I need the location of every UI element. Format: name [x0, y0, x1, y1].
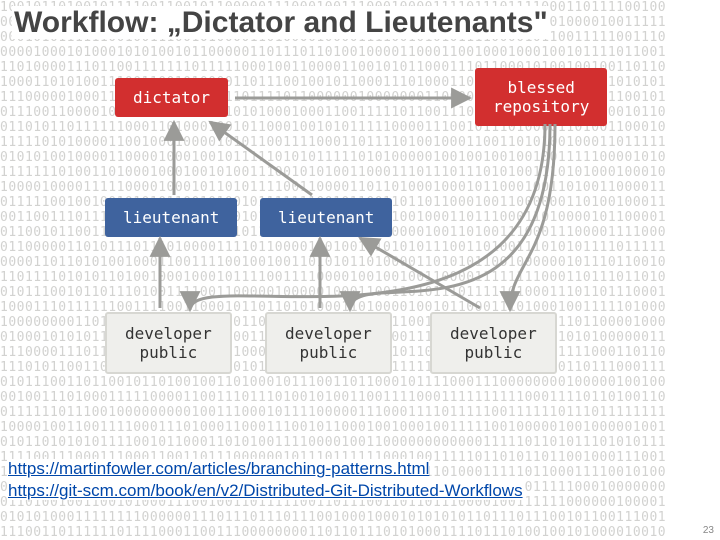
- node-lieutenant-1: lieutenant: [105, 198, 237, 237]
- node-developer-1: developer public: [105, 312, 232, 374]
- title-text: Workflow: „Dictator and Lieutenants": [12, 6, 550, 39]
- diagram: dictator blessed repository lieutenant l…: [60, 60, 660, 440]
- link-gitscm[interactable]: https://git-scm.com/book/en/v2/Distribut…: [8, 481, 523, 500]
- reference-links: https://martinfowler.com/articles/branch…: [8, 458, 523, 502]
- node-developer-3: developer public: [430, 312, 557, 374]
- page-number: 23: [703, 525, 714, 536]
- node-dictator: dictator: [115, 78, 228, 117]
- node-lieutenant-2: lieutenant: [260, 198, 392, 237]
- link-martinfowler[interactable]: https://martinfowler.com/articles/branch…: [8, 459, 429, 478]
- node-developer-2: developer public: [265, 312, 392, 374]
- node-blessed-repository: blessed repository: [475, 68, 607, 126]
- slide-title: Workflow: „Dictator and Lieutenants": [12, 6, 550, 40]
